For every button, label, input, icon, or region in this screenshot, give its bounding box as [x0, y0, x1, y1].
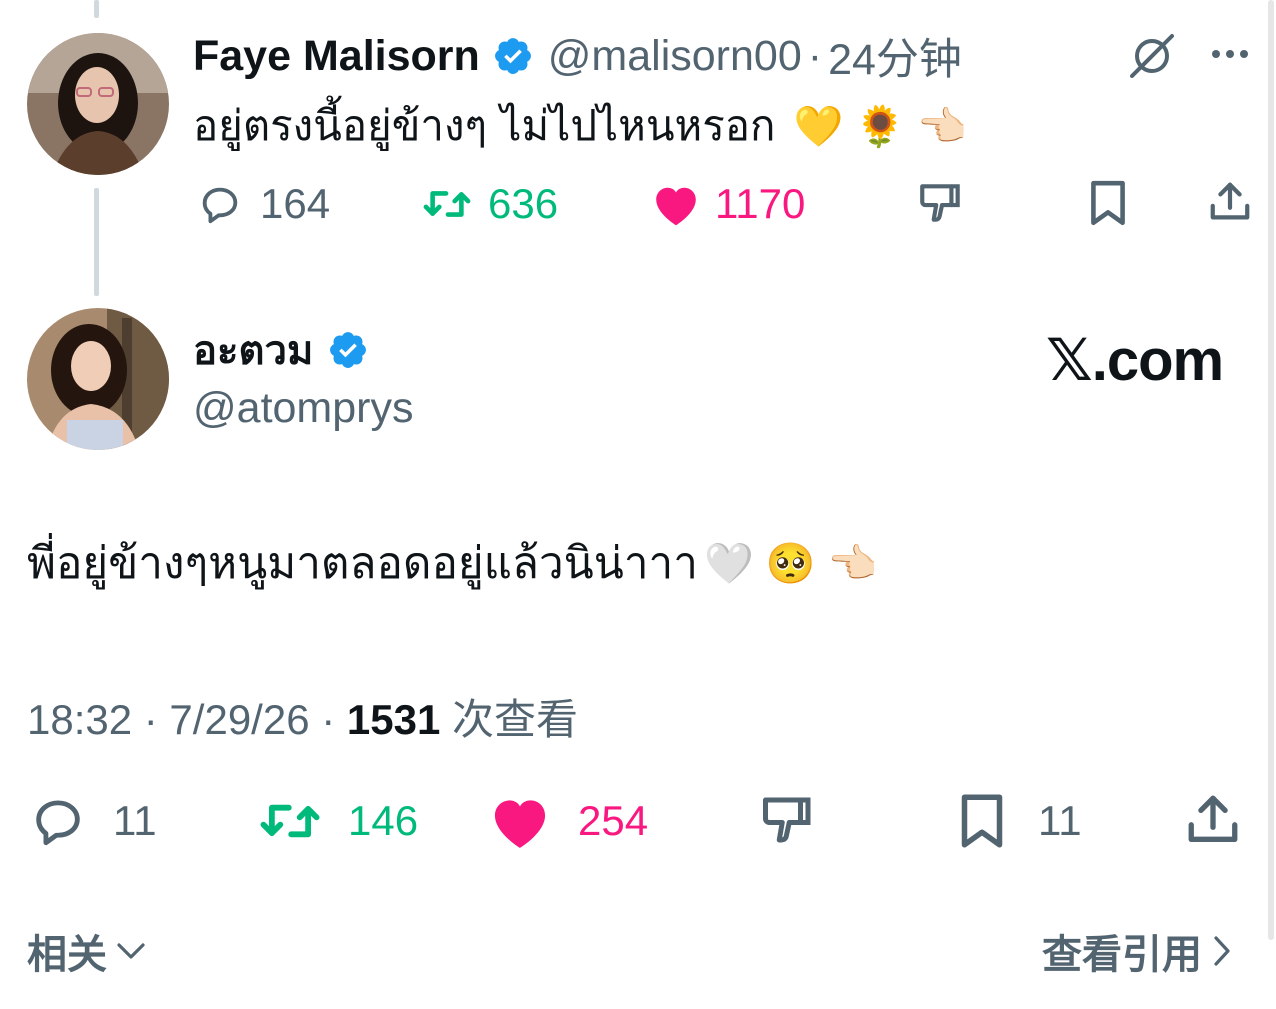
- tweet1-retweet-button[interactable]: 636: [420, 178, 558, 230]
- verified-badge-icon: [327, 329, 369, 371]
- tweet-text: อยู่ตรงนี้อยู่ข้างๆ ไม่ไปไหนหรอก: [193, 101, 776, 150]
- retweet-count: 636: [488, 180, 559, 227]
- related-label: 相关: [27, 933, 107, 977]
- chevron-down-icon: [115, 940, 147, 962]
- meta-separator: ·: [807, 31, 823, 80]
- thread-line-top: [94, 0, 99, 18]
- tweet2-body: พี่อยู่ข้างๆหนูมาตลอดอยู่แล้วนิน่าาา 🤍 🥺…: [27, 530, 877, 596]
- tweet2-share-icon[interactable]: [1184, 790, 1242, 850]
- tweet-text: พี่อยู่ข้างๆหนูมาตลอดอยู่แล้วนิน่าาา: [27, 538, 698, 589]
- like-count: 254: [578, 797, 649, 844]
- reply-icon: [27, 792, 89, 850]
- view-count: 1531: [346, 696, 441, 743]
- heart-icon: [651, 181, 701, 227]
- grok-icon[interactable]: [1126, 32, 1178, 80]
- avatar-atomprys[interactable]: [27, 308, 169, 450]
- author-name[interactable]: Faye Malisorn: [193, 32, 480, 81]
- pointing-hand-emoji: 👈🏻: [827, 540, 878, 587]
- tweet2-like-button[interactable]: 254: [488, 790, 648, 852]
- pleading-face-emoji: 🥺: [765, 540, 816, 587]
- thread-line-bottom: [94, 188, 99, 296]
- tweet1-dislike-icon[interactable]: [915, 178, 967, 228]
- author-handle[interactable]: @malisorn00: [548, 32, 802, 81]
- retweet-icon: [420, 181, 474, 227]
- white-heart-emoji: 🤍: [703, 540, 754, 587]
- bookmark-count: 11: [1038, 797, 1082, 844]
- verified-badge-icon: [492, 35, 534, 77]
- reply-count: 11: [113, 797, 157, 844]
- tweet2-meta: 18:32 · 7/29/26 · 1531 次查看: [27, 686, 578, 747]
- pointing-hand-emoji: 👈🏻: [917, 103, 967, 150]
- related-toggle[interactable]: 相关: [27, 922, 147, 980]
- scrollbar[interactable]: [1268, 0, 1274, 940]
- tweet1-share-icon[interactable]: [1207, 178, 1253, 226]
- author-name[interactable]: อะตวม: [193, 318, 313, 382]
- yellow-heart-emoji: 💛: [793, 103, 844, 150]
- chevron-right-icon: [1212, 934, 1232, 968]
- tweet1-body: อยู่ตรงนี้อยู่ข้างๆ ไม่ไปไหนหรอก 💛 🌻 👈🏻: [193, 96, 967, 156]
- tweet-time[interactable]: 24分钟: [828, 25, 962, 87]
- view-label: 次查看: [440, 696, 578, 743]
- tweet2-bookmark-button[interactable]: 11: [956, 790, 1082, 852]
- tweet1-reply-button[interactable]: 164: [196, 178, 330, 230]
- view-quotes-link[interactable]: 查看引用: [1042, 922, 1232, 980]
- tweet1-header: Faye Malisorn @malisorn00 · 24分钟: [193, 25, 962, 87]
- like-count: 1170: [715, 180, 806, 227]
- view-quotes-label: 查看引用: [1042, 933, 1202, 977]
- timestamp[interactable]: 18:32 · 7/29/26 ·: [27, 696, 347, 743]
- reply-icon: [196, 181, 244, 227]
- retweet-icon: [256, 792, 324, 850]
- sunflower-emoji: 🌻: [855, 103, 906, 150]
- avatar-faye[interactable]: [27, 33, 169, 175]
- more-options-icon[interactable]: [1210, 48, 1250, 60]
- reply-count: 164: [260, 180, 331, 227]
- tweet2-retweet-button[interactable]: 146: [256, 790, 418, 852]
- tweet1-like-button[interactable]: 1170: [651, 178, 805, 230]
- retweet-count: 146: [348, 797, 419, 844]
- x-com-watermark: 𝕏.com: [1046, 328, 1224, 393]
- tweet1-bookmark-icon[interactable]: [1086, 178, 1130, 228]
- author-handle[interactable]: @atomprys: [193, 384, 413, 433]
- tweet2-dislike-icon[interactable]: [756, 790, 820, 850]
- tweet2-reply-button[interactable]: 11: [27, 790, 157, 852]
- heart-icon: [488, 792, 552, 850]
- tweet2-header: อะตวม: [193, 322, 369, 378]
- bookmark-icon: [956, 791, 1008, 851]
